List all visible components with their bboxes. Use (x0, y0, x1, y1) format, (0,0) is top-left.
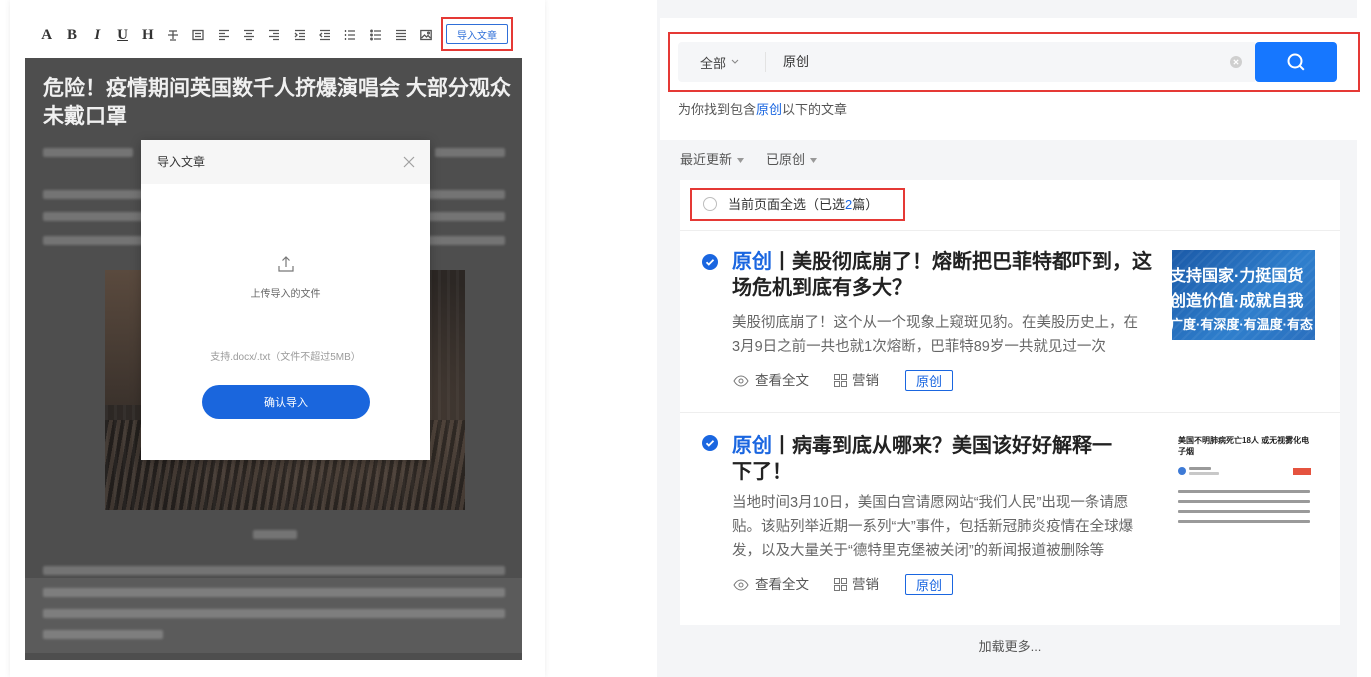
search-summary: 为你找到包含原创以下的文章 (678, 101, 847, 119)
filter-bar: 最近更新 已原创 (680, 151, 839, 169)
filter-original[interactable]: 已原创 (766, 151, 818, 169)
load-more-link[interactable]: 加载更多... (950, 638, 1070, 656)
grid-icon[interactable] (834, 578, 847, 591)
search-bar: 全部 原创 (678, 42, 1255, 82)
thumbnail-image: 美国不明肺病死亡18人 或无视雾化电子烟 (1175, 432, 1315, 525)
blurred-text-line (43, 566, 505, 575)
grid-icon[interactable] (834, 374, 847, 387)
search-input[interactable]: 原创 (783, 42, 809, 82)
search-button[interactable] (1255, 42, 1337, 82)
search-panel: 全部 原创 为你找到包含原创以下的文章 最近更新 已原创 当前页面全选（已选2篇… (657, 0, 1360, 677)
view-full-link[interactable]: 查看全文 (755, 575, 809, 595)
unordered-list-icon[interactable] (363, 22, 388, 48)
result-title[interactable]: 原创丨美股彻底崩了！熔断把巴菲特都吓到，这场危机到底有多大？ (732, 249, 1157, 301)
select-all-radio[interactable] (703, 197, 717, 211)
marketing-link[interactable]: 营销 (852, 371, 879, 391)
original-badge: 原创 (905, 370, 953, 391)
thumbnail-text: 广度·有深度·有温度·有态 (1172, 317, 1313, 332)
caret-down-icon (810, 157, 818, 163)
caret-down-icon (737, 157, 745, 163)
thumbnail-text: 创造价值·成就自我 (1172, 293, 1304, 310)
thumbnail-tag (1293, 468, 1311, 475)
outdent-icon[interactable] (312, 22, 337, 48)
indent-icon[interactable] (287, 22, 312, 48)
divider (680, 230, 1340, 231)
result-summary: 当地时间3月10日，美国白宫请愿网站“我们人民”出现一条请愿贴。该贴列举近期一系… (732, 495, 1134, 559)
overlay-strip (25, 578, 522, 653)
import-article-button[interactable]: 导入文章 (446, 24, 508, 44)
filter-recent[interactable]: 最近更新 (680, 151, 745, 169)
editor-panel: A B I U H 导入文章 危险！疫情期间英国数千人挤爆演唱会 大部分观众未戴… (10, 0, 545, 677)
thumbnail-text-line (1178, 520, 1310, 523)
blurred-text-line (43, 148, 133, 157)
filter-label: 已原创 (766, 152, 806, 167)
thumbnail-text-line (1189, 467, 1211, 470)
original-badge: 原创 (905, 574, 953, 595)
checked-circle-icon[interactable] (702, 254, 718, 270)
summary-keyword: 原创 (756, 102, 783, 117)
divider (680, 412, 1340, 413)
blurred-caption (253, 530, 297, 539)
title-text: 美股彻底崩了！熔断把巴菲特都吓到，这场危机到底有多大？ (732, 251, 1152, 299)
strikethrough-icon[interactable] (160, 22, 185, 48)
align-left-icon[interactable] (211, 22, 236, 48)
text-color-button[interactable]: A (34, 22, 59, 48)
select-all-prefix: 当前页面全选（已选 (728, 197, 846, 212)
import-article-modal: 导入文章 上传导入的文件 支持.docx/.txt（文件不超过5MB） 确认导入 (141, 140, 430, 460)
bold-button[interactable]: B (59, 22, 84, 48)
filter-label: 最近更新 (680, 152, 733, 167)
checked-circle-icon[interactable] (702, 435, 718, 451)
select-all-label[interactable]: 当前页面全选（已选2篇） (728, 196, 878, 214)
thumbnail-text: 支持国家·力挺国货 (1172, 268, 1304, 285)
close-icon[interactable] (402, 155, 416, 169)
ordered-list-icon[interactable] (338, 22, 363, 48)
file-format-hint: 支持.docx/.txt（文件不超过5MB） (210, 352, 361, 363)
title-separator: 丨 (772, 435, 792, 457)
scope-dropdown[interactable]: 全部 (700, 42, 739, 82)
thumbnail-text-line (1189, 472, 1219, 475)
summary-suffix: 以下的文章 (782, 102, 848, 117)
original-tag: 原创 (732, 251, 772, 273)
eye-icon[interactable] (733, 579, 749, 591)
marketing-link[interactable]: 营销 (852, 575, 879, 595)
modal-title: 导入文章 (157, 155, 206, 169)
original-tag: 原创 (732, 435, 772, 457)
result-title[interactable]: 原创丨病毒到底从哪来？美国该好好解释一下了！ (732, 433, 1127, 485)
upload-label[interactable]: 上传导入的文件 (141, 288, 430, 302)
result-list: 当前页面全选（已选2篇） 原创丨美股彻底崩了！熔断把巴菲特都吓到，这场危机到底有… (680, 180, 1340, 625)
quote-icon[interactable] (388, 22, 413, 48)
chevron-down-icon (731, 59, 739, 64)
title-separator: 丨 (772, 251, 792, 273)
avatar (1178, 467, 1186, 475)
modal-header: 导入文章 (141, 140, 430, 184)
thumbnail-text-line (1178, 490, 1310, 493)
justify-icon[interactable] (186, 22, 211, 48)
heading-button[interactable]: H (135, 22, 160, 48)
view-full-link[interactable]: 查看全文 (755, 371, 809, 391)
thumbnail-image: 支持国家·力挺国货 创造价值·成就自我 广度·有深度·有温度·有态 (1172, 250, 1315, 340)
thumbnail-text-line (1178, 500, 1310, 503)
result-summary: 美股彻底崩了！这个从一个现象上窥斑见豹。在美股历史上，在3月9日之前一共也就1次… (732, 315, 1138, 355)
select-all-suffix: 篇） (852, 197, 879, 212)
clear-icon[interactable] (1230, 56, 1242, 68)
blurred-text-line (435, 148, 505, 157)
confirm-import-button[interactable]: 确认导入 (202, 385, 370, 419)
eye-icon[interactable] (733, 375, 749, 387)
upload-icon[interactable] (276, 254, 296, 274)
article-title: 危险！疫情期间英国数千人挤爆演唱会 大部分观众未戴口罩 (43, 77, 511, 128)
thumbnail-text-line (1178, 510, 1310, 513)
scope-label: 全部 (700, 55, 727, 71)
image-icon[interactable] (413, 22, 438, 48)
align-center-icon[interactable] (236, 22, 261, 48)
italic-button[interactable]: I (85, 22, 110, 48)
summary-prefix: 为你找到包含 (678, 102, 757, 117)
divider (765, 52, 766, 72)
underline-button[interactable]: U (110, 22, 135, 48)
import-button-highlight: 导入文章 (441, 17, 513, 51)
thumbnail-headline: 美国不明肺病死亡18人 或无视雾化电子烟 (1178, 436, 1310, 456)
editor-toolbar: A B I U H (34, 22, 439, 48)
search-icon (1287, 53, 1305, 71)
align-right-icon[interactable] (262, 22, 287, 48)
